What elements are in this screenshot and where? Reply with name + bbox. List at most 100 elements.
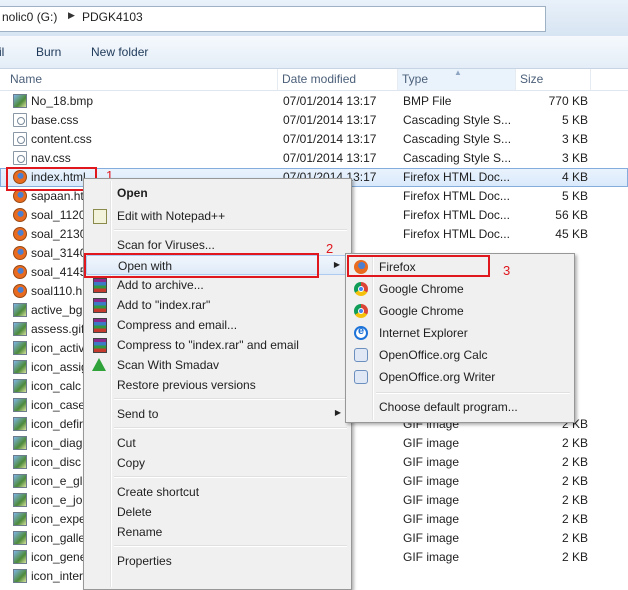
submenu-item-label: Choose default program...	[379, 400, 518, 414]
file-row[interactable]: nav.css 07/01/2014 13:17 Cascading Style S…	[0, 149, 628, 168]
menu-item-delete[interactable]: Delete	[86, 502, 349, 522]
column-date-modified[interactable]: Date modified	[278, 69, 398, 90]
firefox-file-icon	[13, 246, 27, 260]
submenu-arrow-icon: ▶	[334, 408, 341, 417]
menu-item-edit-notepad[interactable]: Edit with Notepad++	[86, 206, 349, 226]
file-type: Firefox HTML Doc...	[403, 189, 510, 203]
file-row[interactable]: content.css 07/01/2014 13:17 Cascading Sty…	[0, 130, 628, 149]
file-name: nav.css	[31, 151, 71, 165]
menu-item-add-index-rar[interactable]: Add to "index.rar"	[86, 295, 349, 315]
image-file-icon	[13, 94, 27, 108]
menu-item-label: Compress to "index.rar" and email	[117, 338, 299, 352]
menu-item-cut[interactable]: Cut	[86, 433, 349, 453]
chrome-icon	[354, 304, 368, 318]
step-number-2: 2	[326, 241, 334, 256]
new-folder-button[interactable]: New folder	[91, 45, 148, 59]
file-size: 56 KB	[555, 208, 588, 222]
breadcrumb-folder[interactable]: PDGK4103	[82, 10, 143, 24]
menu-item-label: Compress and email...	[117, 318, 238, 332]
file-name: base.css	[31, 113, 79, 127]
menu-item-properties[interactable]: Properties	[86, 551, 349, 571]
gif-file-icon	[13, 531, 27, 545]
menu-item-label: Add to "index.rar"	[117, 298, 211, 312]
breadcrumb-chevron-icon[interactable]: ▶	[68, 10, 75, 21]
file-type: Cascading Style S...	[403, 113, 512, 127]
gif-file-icon	[13, 379, 27, 393]
menu-item-label: Rename	[117, 525, 163, 539]
winrar-icon	[93, 318, 107, 333]
menu-item-add-archive[interactable]: Add to archive...	[86, 275, 349, 295]
file-size: 2 KB	[561, 531, 588, 545]
menu-separator	[114, 427, 347, 429]
file-type: GIF image	[403, 474, 460, 488]
menu-item-restore-versions[interactable]: Restore previous versions	[86, 375, 349, 395]
menu-item-rename[interactable]: Rename	[86, 522, 349, 542]
submenu-item-chrome-2[interactable]: Google Chrome	[348, 301, 572, 321]
file-size: 3 KB	[561, 132, 588, 146]
gif-file-icon	[13, 550, 27, 564]
file-size: 2 KB	[561, 493, 588, 507]
gif-file-icon	[13, 512, 27, 526]
highlight-box-2	[84, 253, 319, 278]
menu-item-label: Scan for Viruses...	[117, 238, 215, 252]
column-name[interactable]: Name	[0, 69, 278, 90]
menu-item-open[interactable]: Open	[86, 183, 349, 203]
file-size: 45 KB	[555, 227, 588, 241]
file-size: 2 KB	[561, 436, 588, 450]
file-row[interactable]: No_18.bmp 07/01/2014 13:17 BMP File 770 KB	[0, 92, 628, 111]
column-size[interactable]: Size	[516, 69, 591, 90]
gif-file-icon	[13, 474, 27, 488]
menu-item-compress-email[interactable]: Compress and email...	[86, 315, 349, 335]
file-name: No_18.bmp	[31, 94, 94, 108]
breadcrumb-drive[interactable]: nolic0 (G:)	[2, 10, 57, 24]
submenu-item-openoffice-writer[interactable]: OpenOffice.org Writer	[348, 367, 572, 387]
file-type: Cascading Style S...	[403, 151, 512, 165]
submenu-item-internet-explorer[interactable]: Internet Explorer	[348, 323, 572, 343]
file-date: 07/01/2014 13:17	[283, 132, 377, 146]
menu-separator	[376, 392, 570, 394]
toolbar-item-cut-off[interactable]: il	[0, 45, 4, 59]
menu-item-create-shortcut[interactable]: Create shortcut	[86, 482, 349, 502]
menu-item-label: Open	[117, 186, 148, 200]
submenu-item-label: Google Chrome	[379, 282, 464, 296]
file-date: 07/01/2014 13:17	[283, 94, 377, 108]
gif-file-icon	[13, 341, 27, 355]
gif-file-icon	[13, 436, 27, 450]
menu-item-scan-viruses[interactable]: Scan for Viruses...	[86, 235, 349, 255]
menu-item-label: Edit with Notepad++	[117, 209, 226, 223]
gif-file-icon	[13, 455, 27, 469]
winrar-icon	[93, 338, 107, 353]
menu-item-label: Properties	[117, 554, 172, 568]
smadav-icon	[92, 358, 106, 371]
file-size: 2 KB	[561, 455, 588, 469]
file-type: GIF image	[403, 550, 460, 564]
submenu-item-label: Google Chrome	[379, 304, 464, 318]
burn-button[interactable]: Burn	[36, 45, 61, 59]
menu-item-label: Create shortcut	[117, 485, 200, 499]
file-type: BMP File	[403, 94, 452, 108]
gif-file-icon	[13, 493, 27, 507]
menu-item-label: Send to	[117, 407, 159, 421]
firefox-file-icon	[13, 227, 27, 241]
file-size: 5 KB	[561, 189, 588, 203]
winrar-icon	[93, 298, 107, 313]
internet-explorer-icon	[354, 325, 368, 340]
openoffice-calc-icon	[354, 348, 368, 362]
file-size: 2 KB	[561, 512, 588, 526]
menu-item-compress-rar-email[interactable]: Compress to "index.rar" and email	[86, 335, 349, 355]
chrome-icon	[354, 282, 368, 296]
submenu-item-label: OpenOffice.org Writer	[379, 370, 496, 384]
firefox-file-icon	[13, 265, 27, 279]
menu-item-send-to[interactable]: Send to ▶	[86, 404, 349, 424]
menu-item-copy[interactable]: Copy	[86, 453, 349, 473]
submenu-item-chrome-1[interactable]: Google Chrome	[348, 279, 572, 299]
submenu-item-label: Internet Explorer	[379, 326, 468, 340]
submenu-item-openoffice-calc[interactable]: OpenOffice.org Calc	[348, 345, 572, 365]
menu-item-scan-smadav[interactable]: Scan With Smadav	[86, 355, 349, 375]
submenu-item-choose-default[interactable]: Choose default program...	[348, 397, 572, 417]
file-type: Firefox HTML Doc...	[403, 208, 510, 222]
menu-separator	[114, 398, 347, 400]
file-type: GIF image	[403, 455, 460, 469]
gif-file-icon	[13, 322, 27, 336]
file-row[interactable]: base.css 07/01/2014 13:17 Cascading Style …	[0, 111, 628, 130]
